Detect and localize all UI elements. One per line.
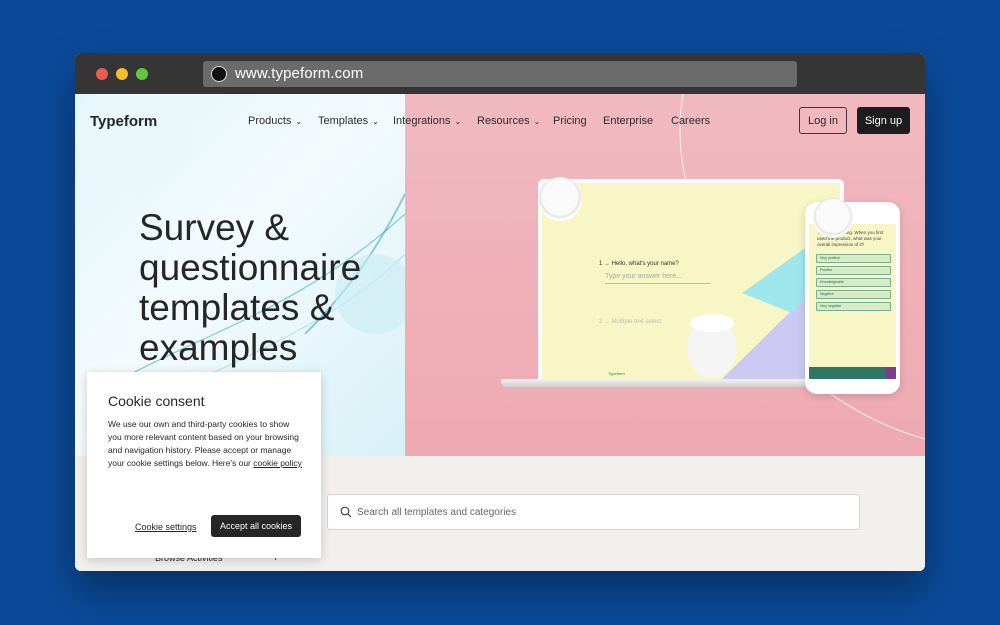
url-text[interactable]: www.typeform.com xyxy=(235,65,363,82)
nav-label: Resources xyxy=(477,115,530,127)
nav-item-careers[interactable]: Careers xyxy=(671,115,710,127)
hero-headline: Survey & questionnaire templates & examp… xyxy=(139,208,439,368)
cookie-consent-dialog: Cookie consent We use our own and third-… xyxy=(87,372,321,558)
chevron-down-icon: ⌄ xyxy=(533,117,541,126)
cookie-policy-link[interactable]: cookie policy xyxy=(253,458,302,468)
laptop-logo: Typeform xyxy=(608,371,625,376)
phone-option: Knowledgeable xyxy=(816,278,891,287)
headline-line: Survey & xyxy=(139,207,290,248)
chevron-down-icon: ⌄ xyxy=(454,117,462,126)
phone-footer-bar xyxy=(809,367,896,379)
phone-option: Very negative xyxy=(816,302,891,311)
laptop-answer-underline xyxy=(605,283,710,284)
laptop-mockup-screen: 1 → Hello, what's your name? Type your a… xyxy=(538,179,844,379)
maximize-window-button[interactable] xyxy=(136,68,148,80)
nav-label: Products xyxy=(248,115,292,127)
address-bar[interactable]: www.typeform.com xyxy=(203,61,797,87)
phone-next-button xyxy=(886,367,896,379)
nav-item-integrations[interactable]: Integrations ⌄ xyxy=(393,115,461,127)
cup-lid-decoration xyxy=(538,177,582,221)
login-button[interactable]: Log in xyxy=(799,107,847,134)
nav-label: Integrations xyxy=(393,115,451,127)
cookie-title: Cookie consent xyxy=(108,393,205,409)
cup-lid-decoration-small xyxy=(813,198,853,238)
laptop-answer-placeholder: Type your answer here... xyxy=(605,273,683,280)
minimize-window-button[interactable] xyxy=(116,68,128,80)
cookie-settings-link[interactable]: Cookie settings xyxy=(135,522,197,532)
cookie-body: We use our own and third-party cookies t… xyxy=(108,418,304,470)
nav-item-resources[interactable]: Resources ⌄ xyxy=(477,115,540,127)
phone-option: Positive xyxy=(816,266,891,275)
signup-button[interactable]: Sign up xyxy=(857,107,910,134)
hero-right-panel: 1 → Hello, what's your name? Type your a… xyxy=(405,94,925,456)
close-window-button[interactable] xyxy=(96,68,108,80)
phone-option: Negative xyxy=(816,290,891,299)
headline-line: questionnaire xyxy=(139,247,362,288)
headline-line: examples xyxy=(139,327,298,368)
headline-line: templates & xyxy=(139,287,335,328)
template-search-box[interactable] xyxy=(327,494,860,530)
nav-label: Templates xyxy=(318,115,369,127)
browser-window: www.typeform.com 1 → Hello, what's your … xyxy=(75,53,925,571)
laptop-question-2: 2 → Multiple text select xyxy=(599,319,662,325)
nav-item-products[interactable]: Products ⌄ xyxy=(248,115,302,127)
accept-all-cookies-button[interactable]: Accept all cookies xyxy=(211,515,301,537)
phone-mockup-screen: → Let's get going. When you first used t… xyxy=(809,224,896,379)
nav-item-templates[interactable]: Templates ⌄ xyxy=(318,115,379,127)
search-input[interactable] xyxy=(357,495,847,529)
chevron-down-icon: ⌄ xyxy=(295,117,303,126)
search-icon xyxy=(340,506,352,518)
nav-item-pricing[interactable]: Pricing xyxy=(553,115,587,127)
typeform-logo[interactable]: Typeform xyxy=(90,113,157,130)
browser-titlebar: www.typeform.com xyxy=(75,53,925,94)
site-favicon-icon xyxy=(211,66,227,82)
nav-item-enterprise[interactable]: Enterprise xyxy=(603,115,653,127)
phone-option: Very positive xyxy=(816,254,891,263)
web-page: 1 → Hello, what's your name? Type your a… xyxy=(75,94,925,571)
laptop-shapes-decoration xyxy=(687,223,840,379)
laptop-question: 1 → Hello, what's your name? xyxy=(599,261,679,267)
chevron-down-icon: ⌄ xyxy=(372,117,379,126)
